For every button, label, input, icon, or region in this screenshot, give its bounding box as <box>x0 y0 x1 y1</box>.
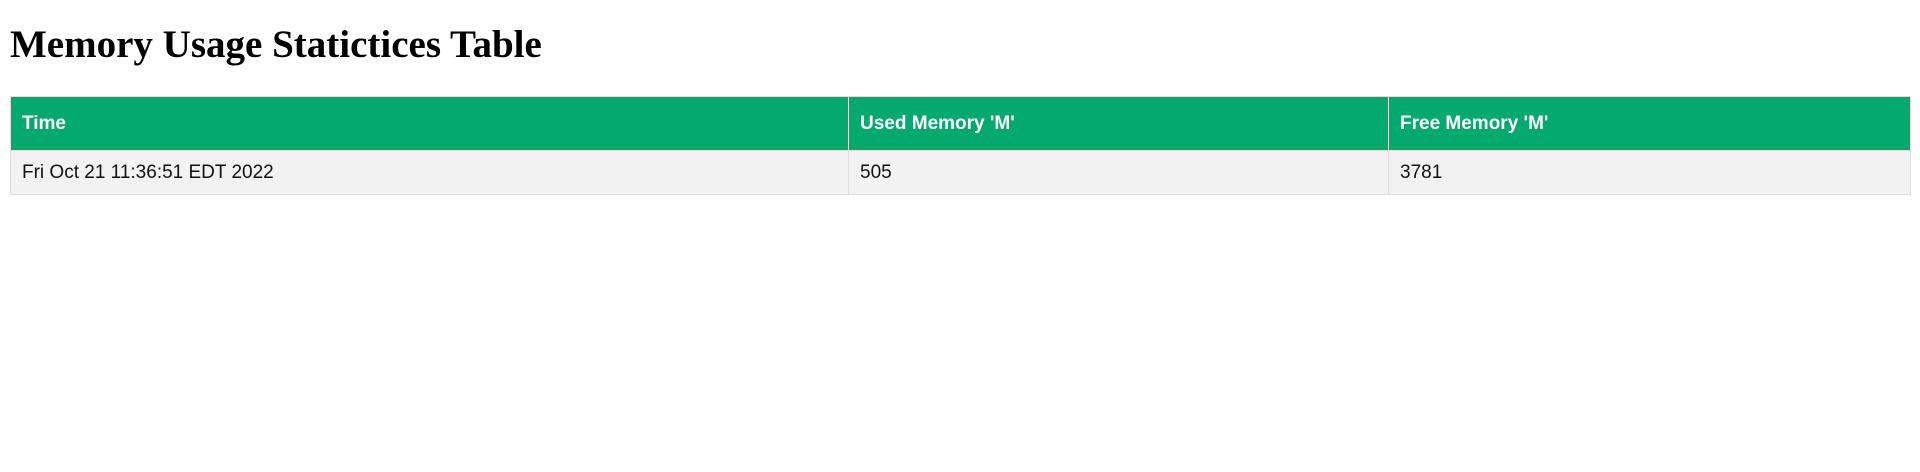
header-row: Time Used Memory 'M' Free Memory 'M' <box>10 96 1911 151</box>
memory-stats-table: Time Used Memory 'M' Free Memory 'M' Fri… <box>10 96 1911 195</box>
column-header-free-memory: Free Memory 'M' <box>1388 96 1911 151</box>
column-header-used-memory: Used Memory 'M' <box>848 96 1389 151</box>
table-header: Time Used Memory 'M' Free Memory 'M' <box>10 96 1911 151</box>
cell-time: Fri Oct 21 11:36:51 EDT 2022 <box>10 150 849 195</box>
table-body: Fri Oct 21 11:36:51 EDT 2022 505 3781 <box>10 150 1911 195</box>
table-row: Fri Oct 21 11:36:51 EDT 2022 505 3781 <box>10 150 1911 195</box>
cell-free-memory: 3781 <box>1388 150 1911 195</box>
column-header-time: Time <box>10 96 849 151</box>
page-title: Memory Usage Statictices Table <box>10 23 542 66</box>
cell-used-memory: 505 <box>848 150 1389 195</box>
